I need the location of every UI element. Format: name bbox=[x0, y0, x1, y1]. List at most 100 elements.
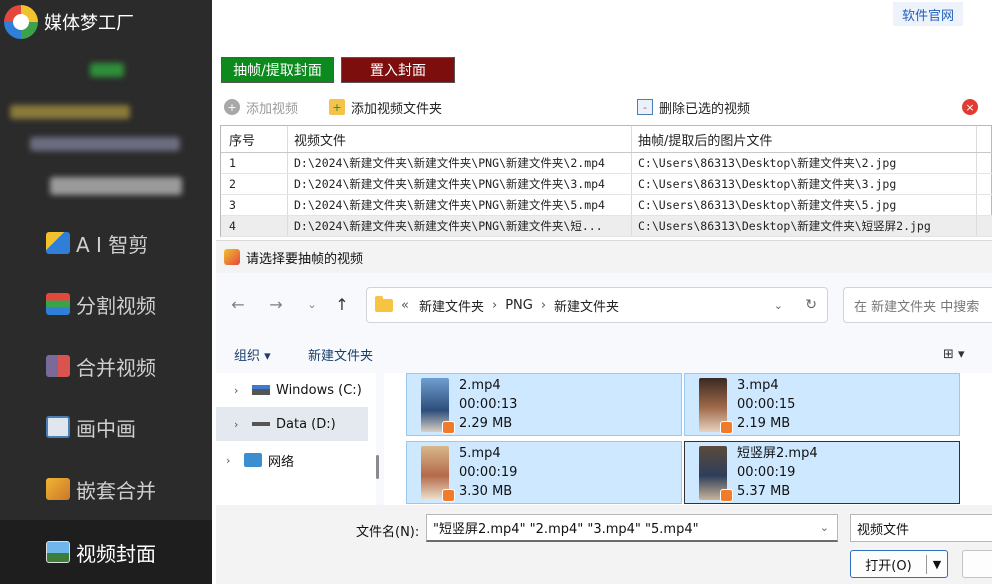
sidebar-item-video-cover[interactable]: 视频封面 bbox=[0, 520, 212, 584]
sidebar-item-label: 嵌套合并 bbox=[76, 478, 156, 503]
filename-dropdown-icon[interactable]: ⌄ bbox=[820, 521, 829, 534]
up-arrow-icon[interactable]: ↑ bbox=[330, 293, 354, 315]
app-logo-icon bbox=[4, 5, 38, 39]
tree-item-data-drive[interactable]: › Data (D:) bbox=[216, 407, 368, 441]
dialog-navbar: ← → ⌄ ↑ « 新建文件夹 › PNG › 新建文件夹 ⌄ ↻ 在 新建文件… bbox=[216, 273, 992, 335]
ai-scissors-icon bbox=[46, 232, 70, 254]
sidebar-item-merge-video[interactable]: 合并视频 bbox=[0, 336, 212, 396]
dialog-title: 请选择要抽帧的视频 bbox=[246, 251, 364, 267]
table-row[interactable]: 3 D:\2024\新建文件夹\新建文件夹\PNG\新建文件夹\5.mp4 C:… bbox=[221, 195, 992, 216]
file-duration: 00:00:19 bbox=[459, 465, 518, 480]
cell-index: 4 bbox=[221, 216, 288, 236]
back-arrow-icon[interactable]: ← bbox=[226, 293, 250, 315]
delete-selected-button[interactable]: - 删除已选的视频 bbox=[637, 95, 750, 119]
video-badge-icon bbox=[442, 421, 455, 434]
table-row[interactable]: 1 D:\2024\新建文件夹\新建文件夹\PNG\新建文件夹\2.mp4 C:… bbox=[221, 153, 992, 174]
delete-window-icon: - bbox=[637, 99, 653, 115]
file-grid: 2.mp4 00:00:13 2.29 MB 3.mp4 00:00:15 2.… bbox=[384, 373, 992, 505]
address-dropdown-icon[interactable]: ⌄ bbox=[774, 299, 783, 312]
tree-item-network[interactable]: › 网络 bbox=[208, 443, 360, 477]
network-icon bbox=[244, 453, 262, 467]
forward-arrow-icon[interactable]: → bbox=[264, 293, 288, 315]
picture-in-picture-icon bbox=[46, 416, 70, 438]
sidebar-item-label: 合并视频 bbox=[76, 355, 156, 380]
search-input[interactable]: 在 新建文件夹 中搜索 bbox=[843, 287, 992, 323]
cell-image-path: C:\Users\86313\Desktop\新建文件夹\5.jpg bbox=[632, 195, 977, 215]
file-tile[interactable]: 5.mp4 00:00:19 3.30 MB bbox=[406, 441, 682, 504]
dialog-footer: 文件名(N): "短竖屏2.mp4" "2.mp4" "3.mp4" "5.mp… bbox=[216, 505, 992, 584]
expand-chevron-icon[interactable]: › bbox=[234, 418, 252, 431]
video-cover-icon bbox=[46, 541, 70, 563]
sidebar-item-split-video[interactable]: 分割视频 bbox=[0, 274, 212, 334]
add-video-button[interactable]: + 添加视频 bbox=[224, 95, 298, 119]
breadcrumb-overflow[interactable]: « bbox=[401, 298, 409, 313]
sidebar-item-label: 视频封面 bbox=[76, 541, 156, 566]
cell-image-path: C:\Users\86313\Desktop\新建文件夹\3.jpg bbox=[632, 174, 977, 194]
cell-video-path: D:\2024\新建文件夹\新建文件夹\PNG\新建文件夹\3.mp4 bbox=[288, 174, 632, 194]
file-name: 3.mp4 bbox=[737, 378, 779, 393]
cell-filler bbox=[977, 216, 992, 236]
file-duration: 00:00:19 bbox=[737, 465, 796, 480]
cancel-button[interactable] bbox=[962, 550, 992, 578]
add-folder-button[interactable]: + 添加视频文件夹 bbox=[329, 95, 442, 119]
tab-insert-cover[interactable]: 置入封面 bbox=[341, 57, 455, 83]
recent-chevron-down-icon[interactable]: ⌄ bbox=[300, 293, 324, 315]
tree-item-label: 网络 bbox=[268, 454, 295, 470]
delete-selected-label: 删除已选的视频 bbox=[659, 101, 751, 117]
column-header-filler bbox=[977, 126, 992, 152]
expand-chevron-icon[interactable]: › bbox=[226, 454, 244, 467]
filetype-select[interactable]: 视频文件 bbox=[850, 514, 992, 542]
file-name: 5.mp4 bbox=[459, 446, 501, 461]
column-header-index[interactable]: 序号 bbox=[221, 126, 288, 152]
file-size: 2.19 MB bbox=[737, 416, 791, 431]
file-tile[interactable]: 短竖屏2.mp4 00:00:19 5.37 MB bbox=[684, 441, 960, 504]
folder-icon bbox=[375, 295, 393, 312]
table-row[interactable]: 4 D:\2024\新建文件夹\新建文件夹\PNG\新建文件夹\短... C:\… bbox=[221, 216, 992, 237]
app-logo-icon bbox=[224, 249, 240, 265]
tree-item-windows-drive[interactable]: › Windows (C:) bbox=[216, 373, 368, 407]
filename-input[interactable]: "短竖屏2.mp4" "2.mp4" "3.mp4" "5.mp4" ⌄ bbox=[426, 514, 838, 542]
cell-index: 3 bbox=[221, 195, 288, 215]
address-bar[interactable]: « 新建文件夹 › PNG › 新建文件夹 ⌄ ↻ bbox=[366, 287, 828, 323]
dialog-titlebar[interactable]: 请选择要抽帧的视频 bbox=[216, 241, 992, 273]
sidebar-item-picture-in-picture[interactable]: 画中画 bbox=[0, 397, 212, 457]
official-site-link[interactable]: 软件官网 bbox=[893, 2, 963, 26]
add-folder-label: 添加视频文件夹 bbox=[351, 101, 443, 117]
sidebar: 媒体梦工厂 A I 智剪 分割视频 合并视频 画中画 嵌套合并 视频封面 bbox=[0, 0, 212, 584]
breadcrumb-item[interactable]: 新建文件夹 bbox=[554, 296, 619, 315]
refresh-icon[interactable]: ↻ bbox=[805, 297, 817, 313]
file-size: 3.30 MB bbox=[459, 484, 513, 499]
tab-extract-cover[interactable]: 抽帧/提取封面 bbox=[221, 57, 334, 83]
clear-list-button[interactable]: × bbox=[962, 95, 984, 119]
dialog-command-bar: 组织 ▾ 新建文件夹 ⊞ ▾ bbox=[216, 335, 992, 373]
redacted-text bbox=[50, 177, 182, 195]
file-name: 短竖屏2.mp4 bbox=[737, 446, 818, 461]
file-tile[interactable]: 3.mp4 00:00:15 2.19 MB bbox=[684, 373, 960, 436]
cell-filler bbox=[977, 195, 992, 215]
cell-filler bbox=[977, 174, 992, 194]
table-row[interactable]: 2 D:\2024\新建文件夹\新建文件夹\PNG\新建文件夹\3.mp4 C:… bbox=[221, 174, 992, 195]
tree-scrollbar[interactable] bbox=[376, 455, 379, 479]
expand-chevron-icon[interactable]: › bbox=[234, 384, 252, 397]
sidebar-item-nested-merge[interactable]: 嵌套合并 bbox=[0, 459, 212, 519]
cell-video-path: D:\2024\新建文件夹\新建文件夹\PNG\新建文件夹\短... bbox=[288, 216, 632, 236]
breadcrumb-item[interactable]: PNG bbox=[505, 298, 533, 313]
file-tile[interactable]: 2.mp4 00:00:13 2.29 MB bbox=[406, 373, 682, 436]
plus-circle-icon: + bbox=[224, 99, 240, 115]
cell-filler bbox=[977, 153, 992, 173]
column-header-video-file[interactable]: 视频文件 bbox=[288, 126, 632, 152]
open-button[interactable]: 打开(O) ▼ bbox=[850, 550, 948, 578]
view-options-icon[interactable]: ⊞ ▾ bbox=[943, 347, 965, 362]
column-header-image-file[interactable]: 抽帧/提取后的图片文件 bbox=[632, 126, 977, 152]
sidebar-item-label: 分割视频 bbox=[76, 293, 156, 318]
app-name: 媒体梦工厂 bbox=[44, 13, 134, 34]
sidebar-item-label: A I 智剪 bbox=[76, 232, 149, 257]
file-duration: 00:00:13 bbox=[459, 397, 518, 412]
open-dropdown-icon[interactable]: ▼ bbox=[927, 558, 947, 571]
breadcrumb-item[interactable]: 新建文件夹 bbox=[419, 296, 484, 315]
organize-menu[interactable]: 组织 ▾ bbox=[234, 345, 271, 364]
cell-video-path: D:\2024\新建文件夹\新建文件夹\PNG\新建文件夹\5.mp4 bbox=[288, 195, 632, 215]
sidebar-item-ai-edit[interactable]: A I 智剪 bbox=[0, 213, 212, 273]
new-folder-button[interactable]: 新建文件夹 bbox=[308, 345, 373, 364]
video-thumbnail bbox=[421, 446, 455, 502]
